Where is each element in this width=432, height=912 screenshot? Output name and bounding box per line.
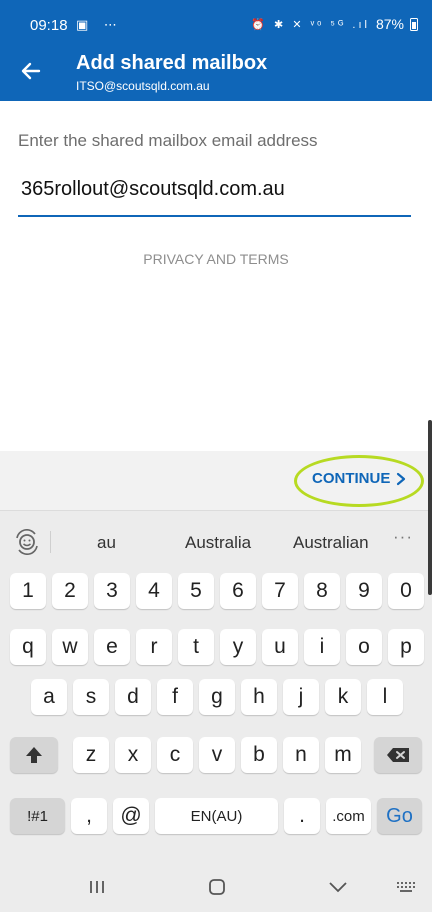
key-8[interactable]: 8 bbox=[304, 573, 340, 609]
key-7[interactable]: 7 bbox=[262, 573, 298, 609]
key-m[interactable]: m bbox=[325, 737, 361, 773]
key-4[interactable]: 4 bbox=[136, 573, 172, 609]
keyboard-hide-button[interactable] bbox=[394, 875, 418, 899]
recents-button[interactable] bbox=[86, 875, 108, 899]
dotcom-key[interactable]: .com bbox=[326, 798, 371, 834]
period-key[interactable]: . bbox=[284, 798, 320, 834]
suggestion-separator bbox=[50, 531, 51, 553]
email-field-label: Enter the shared mailbox email address bbox=[18, 131, 318, 150]
recents-icon bbox=[90, 881, 104, 893]
key-6[interactable]: 6 bbox=[220, 573, 256, 609]
key-v[interactable]: v bbox=[199, 737, 235, 773]
key-r[interactable]: r bbox=[136, 629, 172, 665]
suggestion-2[interactable]: Australia bbox=[185, 533, 251, 553]
shared-mailbox-email-input[interactable] bbox=[18, 171, 411, 217]
key-x[interactable]: x bbox=[115, 737, 151, 773]
backspace-icon bbox=[387, 748, 409, 762]
more-suggestions-icon[interactable]: ··· bbox=[393, 527, 413, 547]
privacy-terms-link[interactable]: PRIVACY AND TERMS bbox=[0, 251, 432, 267]
key-w[interactable]: w bbox=[52, 629, 88, 665]
keyboard-icon bbox=[397, 882, 415, 892]
account-email: ITSO@scoutsqld.com.au bbox=[76, 79, 210, 93]
key-g[interactable]: g bbox=[199, 679, 235, 715]
key-t[interactable]: t bbox=[178, 629, 214, 665]
key-o[interactable]: o bbox=[346, 629, 382, 665]
key-1[interactable]: 1 bbox=[10, 573, 46, 609]
at-key[interactable]: @ bbox=[113, 798, 149, 834]
key-j[interactable]: j bbox=[283, 679, 319, 715]
key-u[interactable]: u bbox=[262, 629, 298, 665]
continue-button[interactable]: CONTINUE bbox=[312, 470, 406, 487]
key-b[interactable]: b bbox=[241, 737, 277, 773]
key-3[interactable]: 3 bbox=[94, 573, 130, 609]
key-e[interactable]: e bbox=[94, 629, 130, 665]
home-icon bbox=[209, 879, 225, 895]
key-a[interactable]: a bbox=[31, 679, 67, 715]
key-p[interactable]: p bbox=[388, 629, 424, 665]
key-c[interactable]: c bbox=[157, 737, 193, 773]
key-q[interactable]: q bbox=[10, 629, 46, 665]
form-area: Enter the shared mailbox email address P… bbox=[0, 101, 432, 451]
comma-key[interactable]: , bbox=[71, 798, 107, 834]
continue-label: CONTINUE bbox=[312, 470, 391, 487]
home-button[interactable] bbox=[205, 875, 229, 899]
app-bar: Add shared mailbox ITSO@scoutsqld.com.au bbox=[0, 42, 432, 101]
backspace-key[interactable] bbox=[374, 737, 422, 773]
key-n[interactable]: n bbox=[283, 737, 319, 773]
key-s[interactable]: s bbox=[73, 679, 109, 715]
status-time: 09:18 bbox=[30, 17, 68, 34]
suggestion-bar: au Australia Australian ··· bbox=[0, 511, 432, 573]
space-key[interactable]: EN(AU) bbox=[155, 798, 278, 834]
page-title: Add shared mailbox bbox=[76, 52, 268, 74]
key-z[interactable]: z bbox=[73, 737, 109, 773]
emoji-toggle-icon[interactable] bbox=[14, 529, 40, 555]
battery-percent: 87% bbox=[375, 16, 404, 32]
key-d[interactable]: d bbox=[115, 679, 151, 715]
status-right-group: ⏰ ✱ ✕ ᵛᵒ ⁵ᴳ .ıl 87% bbox=[251, 16, 418, 32]
back-nav-button[interactable] bbox=[326, 875, 350, 899]
key-k[interactable]: k bbox=[325, 679, 361, 715]
key-y[interactable]: y bbox=[220, 629, 256, 665]
soft-keyboard: au Australia Australian ··· 1 2 3 4 5 6 … bbox=[0, 510, 432, 862]
go-key[interactable]: Go bbox=[377, 798, 422, 834]
key-h[interactable]: h bbox=[241, 679, 277, 715]
status-bar: 09:18 ▣ ⋯ ⏰ ✱ ✕ ᵛᵒ ⁵ᴳ .ıl 87% bbox=[0, 0, 432, 42]
status-signal-icons: ⏰ ✱ ✕ ᵛᵒ ⁵ᴳ .ıl bbox=[251, 18, 370, 31]
key-l[interactable]: l bbox=[367, 679, 403, 715]
key-0[interactable]: 0 bbox=[388, 573, 424, 609]
suggestion-1[interactable]: au bbox=[97, 533, 116, 553]
symbols-key[interactable]: !#1 bbox=[10, 798, 65, 834]
action-bar: CONTINUE bbox=[0, 451, 432, 510]
key-5[interactable]: 5 bbox=[178, 573, 214, 609]
key-i[interactable]: i bbox=[304, 629, 340, 665]
key-2[interactable]: 2 bbox=[52, 573, 88, 609]
arrow-left-icon bbox=[21, 62, 41, 80]
back-button[interactable] bbox=[14, 54, 48, 88]
key-f[interactable]: f bbox=[157, 679, 193, 715]
shift-key[interactable] bbox=[10, 737, 58, 773]
system-nav-bar bbox=[0, 862, 432, 912]
status-notification-icons: ▣ ⋯ bbox=[76, 17, 123, 32]
suggestion-3[interactable]: Australian bbox=[293, 533, 369, 553]
edge-panel-handle[interactable] bbox=[428, 420, 432, 595]
key-9[interactable]: 9 bbox=[346, 573, 382, 609]
shift-arrow-icon bbox=[26, 747, 42, 763]
battery-icon bbox=[410, 17, 418, 31]
chevron-right-icon bbox=[397, 472, 406, 485]
chevron-down-icon bbox=[329, 882, 347, 893]
